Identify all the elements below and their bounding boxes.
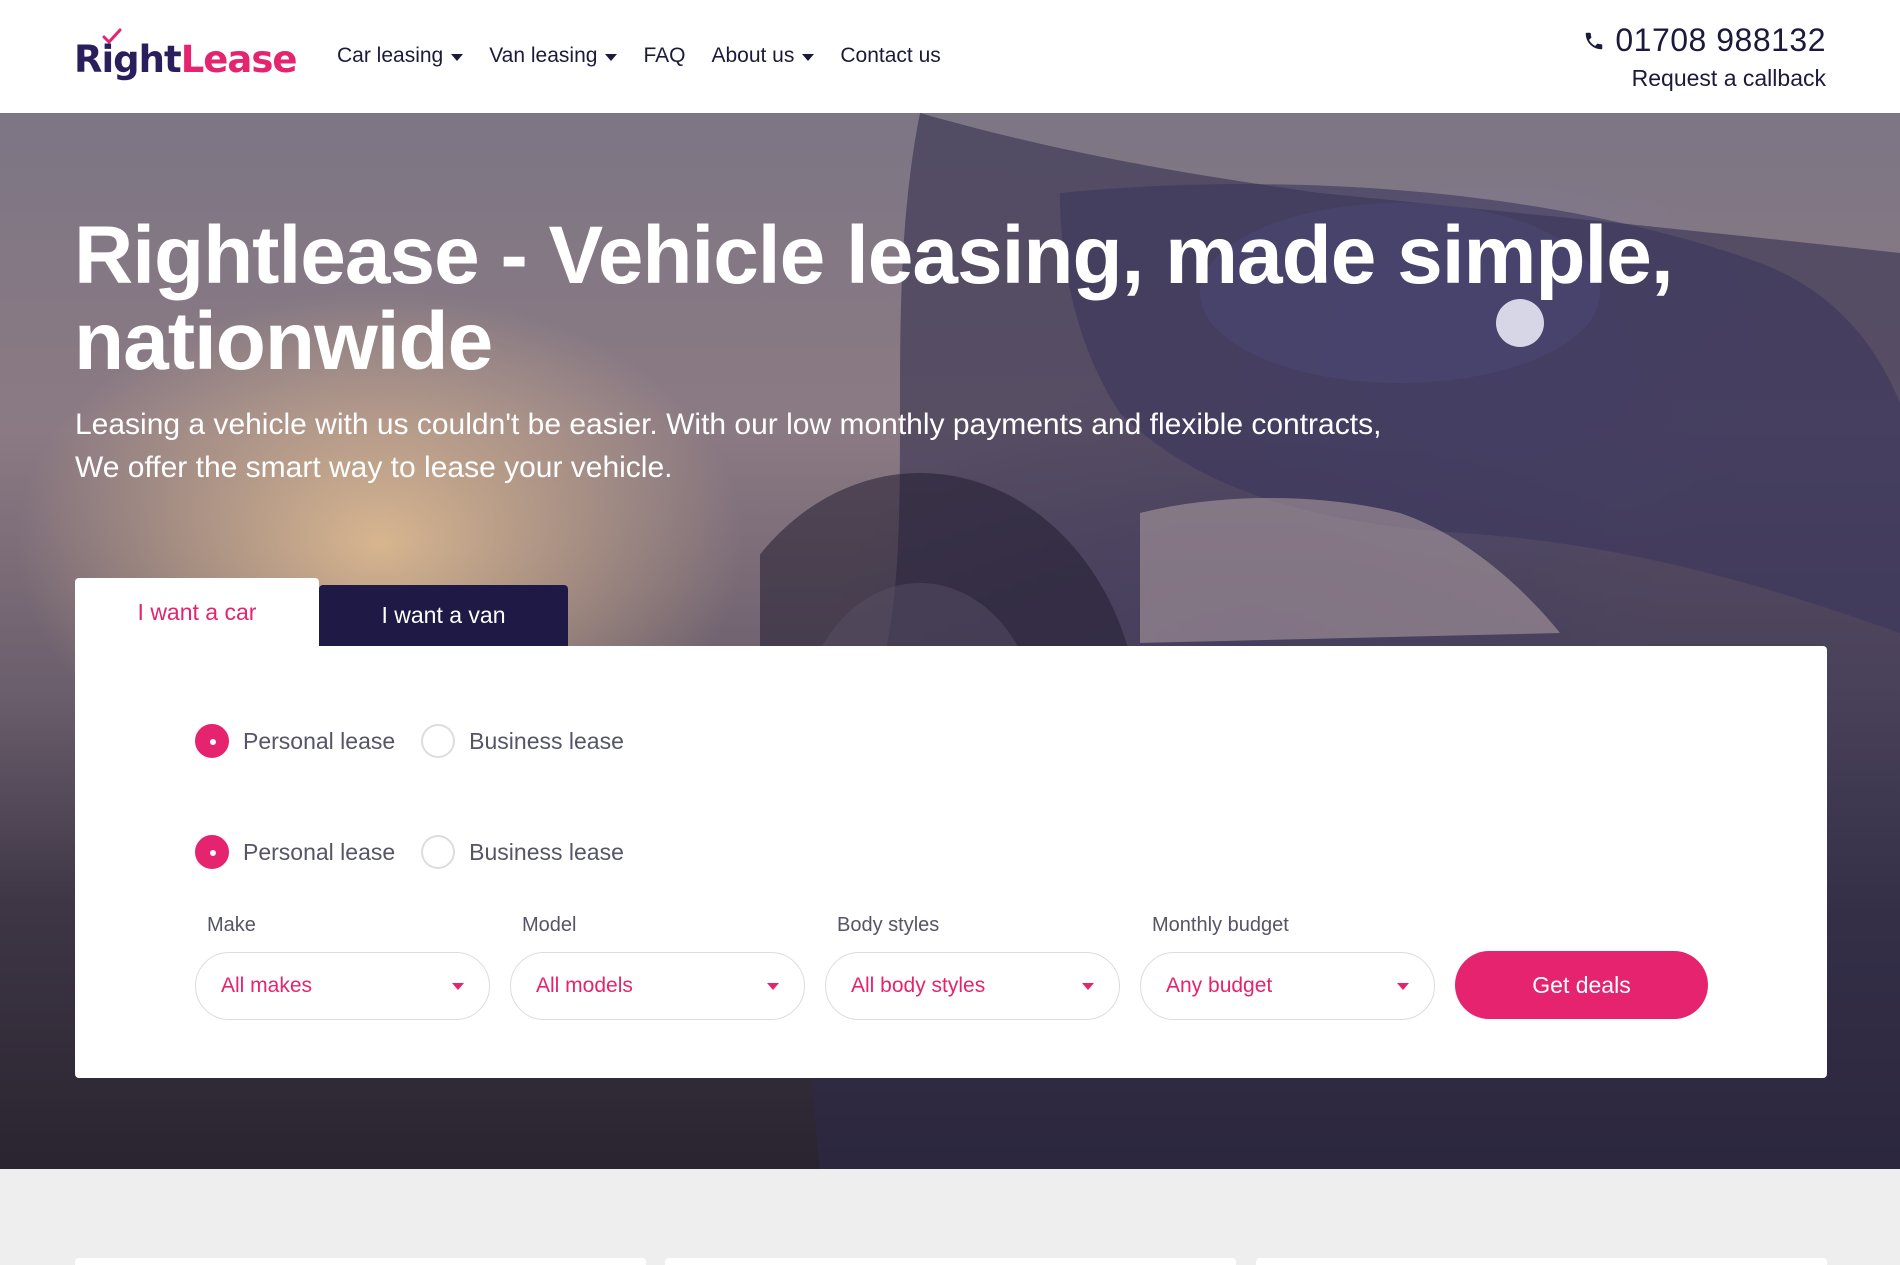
business-lease-radio[interactable]: Business lease bbox=[421, 724, 624, 758]
body-styles-select[interactable]: All body styles bbox=[825, 952, 1120, 1020]
nav-contact-us-label: Contact us bbox=[840, 44, 941, 67]
tab-i-want-a-van[interactable]: I want a van bbox=[319, 585, 568, 646]
make-field: Make All makes bbox=[195, 914, 490, 1020]
business-lease-label: Business lease bbox=[469, 838, 624, 865]
chevron-down-icon bbox=[1397, 982, 1409, 990]
make-label: Make bbox=[207, 914, 256, 936]
main-nav: Car leasing Van leasing FAQ About us Con… bbox=[337, 40, 967, 72]
chevron-down-icon bbox=[802, 53, 815, 61]
radio-unchecked-icon bbox=[421, 724, 456, 758]
rightlease-logo[interactable]: Right Lease bbox=[74, 28, 298, 84]
get-deals-button[interactable]: Get deals bbox=[1455, 951, 1708, 1019]
nav-about-us[interactable]: About us bbox=[711, 40, 815, 72]
monthly-budget-label: Monthly budget bbox=[1152, 914, 1289, 936]
nav-faq-label: FAQ bbox=[643, 44, 686, 67]
nav-about-us-label: About us bbox=[711, 44, 795, 67]
phone-link[interactable]: 01708 988132 bbox=[1583, 22, 1826, 59]
monthly-budget-value: Any budget bbox=[1166, 974, 1273, 997]
phone-icon bbox=[1586, 32, 1603, 49]
chevron-down-icon bbox=[451, 53, 464, 61]
logo-right-text: Right bbox=[74, 38, 182, 81]
body-styles-field: Body styles All body styles bbox=[825, 914, 1120, 1020]
nav-car-leasing-label: Car leasing bbox=[337, 44, 444, 67]
nav-van-leasing[interactable]: Van leasing bbox=[489, 40, 618, 72]
nav-car-leasing[interactable]: Car leasing bbox=[337, 40, 464, 72]
make-select[interactable]: All makes bbox=[195, 952, 490, 1020]
personal-lease-radio[interactable]: Personal lease bbox=[195, 724, 395, 758]
radio-unchecked-icon bbox=[421, 835, 456, 869]
hero-title: Rightlease - Vehicle leasing, made simpl… bbox=[74, 210, 1674, 387]
vehicle-search-panel: Personal lease Business lease Personal l… bbox=[75, 646, 1827, 1078]
nav-contact-us[interactable]: Contact us bbox=[840, 40, 940, 72]
logo-lease-text: Lease bbox=[180, 38, 298, 81]
body-styles-value: All body styles bbox=[851, 974, 986, 997]
model-value: All models bbox=[536, 974, 633, 997]
phone-number: 01708 988132 bbox=[1615, 22, 1826, 58]
chevron-down-icon bbox=[452, 982, 464, 990]
personal-lease-radio[interactable]: Personal lease bbox=[195, 835, 395, 869]
radio-checked-icon bbox=[195, 724, 229, 758]
header-contact: 01708 988132 Request a callback bbox=[1583, 22, 1826, 92]
tab-i-want-a-car[interactable]: I want a car bbox=[75, 578, 319, 646]
logo-tick-icon bbox=[102, 28, 122, 44]
chevron-down-icon bbox=[605, 53, 618, 61]
lease-type-group: Personal lease Business lease bbox=[195, 724, 650, 758]
content-card bbox=[75, 1258, 646, 1265]
business-lease-label: Business lease bbox=[469, 727, 624, 754]
request-callback-link[interactable]: Request a callback bbox=[1583, 65, 1826, 92]
personal-lease-label: Personal lease bbox=[243, 838, 396, 865]
body-styles-label: Body styles bbox=[837, 914, 940, 936]
business-lease-radio[interactable]: Business lease bbox=[421, 835, 624, 869]
nav-van-leasing-label: Van leasing bbox=[489, 44, 598, 67]
content-card bbox=[665, 1258, 1236, 1265]
radio-checked-icon bbox=[195, 835, 229, 869]
site-header: Right Lease Car leasing Van leasing FAQ … bbox=[0, 0, 1900, 113]
model-label: Model bbox=[522, 914, 577, 936]
model-field: Model All models bbox=[510, 914, 805, 1020]
personal-lease-label: Personal lease bbox=[243, 727, 396, 754]
hero-subtitle: Leasing a vehicle with us couldn't be ea… bbox=[75, 408, 1382, 484]
content-card bbox=[1256, 1258, 1827, 1265]
chevron-down-icon bbox=[1082, 982, 1094, 990]
monthly-budget-select[interactable]: Any budget bbox=[1140, 952, 1435, 1020]
chevron-down-icon bbox=[767, 982, 779, 990]
model-select[interactable]: All models bbox=[510, 952, 805, 1020]
make-value: All makes bbox=[221, 974, 313, 997]
nav-faq[interactable]: FAQ bbox=[643, 40, 685, 72]
monthly-budget-field: Monthly budget Any budget bbox=[1140, 914, 1435, 1020]
lease-type-group-duplicate: Personal lease Business lease bbox=[195, 835, 650, 869]
